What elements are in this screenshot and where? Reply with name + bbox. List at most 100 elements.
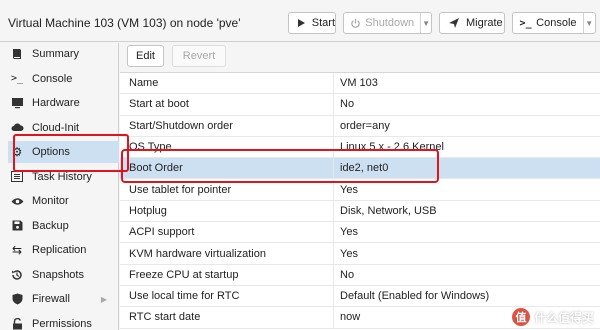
- option-key: Use tablet for pointer: [129, 183, 232, 196]
- retweet-icon: ⇆: [11, 243, 23, 257]
- option-key: Start/Shutdown order: [129, 119, 233, 132]
- option-value: Yes: [340, 247, 358, 260]
- option-value: No: [340, 268, 355, 281]
- shutdown-button[interactable]: Shutdown ▼: [343, 12, 432, 34]
- history-icon: [8, 269, 26, 281]
- option-value: order=any: [340, 119, 390, 132]
- option-key: Use local time for RTC: [129, 290, 240, 303]
- revert-button[interactable]: Revert: [172, 45, 226, 67]
- table-row[interactable]: Start at boot No: [120, 94, 600, 116]
- sidebar-item-label: Task History: [32, 170, 92, 183]
- option-key: Freeze CPU at startup: [129, 268, 239, 281]
- column-divider: [333, 222, 334, 243]
- table-row[interactable]: Use local time for RTC Default (Enabled …: [120, 286, 600, 308]
- option-value: Disk, Network, USB: [340, 204, 437, 217]
- table-row[interactable]: Freeze CPU at startup No: [120, 264, 600, 286]
- shutdown-button-label: Shutdown: [365, 17, 415, 29]
- list-icon: [8, 171, 26, 182]
- sidebar-item-label: Hardware: [32, 97, 80, 109]
- sidebar-item-summary[interactable]: Summary: [8, 43, 119, 65]
- option-value: Yes: [340, 183, 358, 196]
- column-divider: [333, 158, 334, 179]
- sidebar-item-cloud-init[interactable]: Cloud-Init: [8, 117, 119, 139]
- option-value: Linux 5.x - 2.6 Kernel: [340, 141, 444, 154]
- option-key: KVM hardware virtualization: [129, 247, 266, 260]
- sidebar-item-label: Replication: [32, 244, 87, 256]
- option-value: ide2, net0: [340, 162, 389, 175]
- console-button-label: Console: [536, 17, 577, 29]
- start-button-label: Start: [311, 17, 335, 29]
- edit-button[interactable]: Edit: [127, 45, 164, 67]
- watermark: 值 什么值得买: [511, 308, 594, 326]
- sidebar-item-replication[interactable]: ⇆ Replication: [8, 239, 119, 261]
- chevron-down-icon[interactable]: ▼: [420, 13, 431, 33]
- sidebar-item-label: Options: [32, 146, 70, 158]
- option-key: ACPI support: [129, 226, 195, 239]
- column-divider: [333, 136, 334, 158]
- table-row[interactable]: ACPI support Yes: [120, 222, 600, 244]
- column-divider: [333, 264, 334, 285]
- option-value: Default (Enabled for Windows): [340, 290, 490, 303]
- sidebar-item-monitor[interactable]: Monitor: [8, 190, 119, 212]
- sidebar: Summary >_ Console Hardware Cloud-Init ⚙…: [0, 43, 119, 330]
- table-row[interactable]: OS Type Linux 5.x - 2.6 Kernel: [120, 136, 600, 159]
- options-toolbar: Edit Revert: [120, 43, 600, 69]
- table-row[interactable]: KVM hardware virtualization Yes: [120, 243, 600, 265]
- watermark-badge: 值: [511, 308, 530, 326]
- watermark-text: 什么值得买: [533, 310, 594, 325]
- vm-title: Virtual Machine 103 (VM 103) on node 'pv…: [8, 16, 241, 30]
- table-row[interactable]: Start/Shutdown order order=any: [120, 115, 600, 137]
- sidebar-item-firewall[interactable]: Firewall ▶: [8, 288, 119, 310]
- sidebar-item-console[interactable]: >_ Console: [8, 68, 119, 90]
- terminal-icon: >_: [10, 73, 24, 84]
- sidebar-item-label: Cloud-Init: [32, 121, 80, 134]
- sidebar-item-label: Permissions: [32, 317, 92, 330]
- options-grid: Name VM 103 Start at boot No Start/Shutd…: [120, 72, 600, 330]
- table-row[interactable]: Use tablet for pointer Yes: [120, 179, 600, 201]
- option-key: Hotplug: [129, 204, 167, 217]
- console-button[interactable]: >_ Console ▼: [512, 12, 596, 34]
- book-icon: [8, 48, 26, 60]
- option-key: RTC start date: [129, 311, 201, 324]
- sidebar-item-backup[interactable]: Backup: [8, 215, 119, 237]
- option-value: VM 103: [340, 77, 378, 90]
- sidebar-item-label: Firewall: [32, 293, 70, 305]
- chevron-down-icon[interactable]: ▼: [582, 13, 596, 33]
- option-key: Start at boot: [129, 98, 189, 111]
- table-row[interactable]: Boot Order ide2, net0: [120, 158, 600, 180]
- migrate-button-label: Migrate: [466, 17, 503, 29]
- sidebar-item-snapshots[interactable]: Snapshots: [8, 264, 119, 286]
- table-row[interactable]: Name VM 103: [120, 73, 600, 95]
- power-icon: [350, 18, 361, 29]
- column-divider: [333, 286, 334, 307]
- unlock-icon: [8, 317, 26, 330]
- sidebar-item-options[interactable]: ⚙ Options: [8, 141, 119, 163]
- shield-icon: [8, 293, 26, 305]
- page-header: Virtual Machine 103 (VM 103) on node 'pv…: [0, 0, 600, 42]
- gear-icon: ⚙: [11, 145, 23, 159]
- option-key: OS Type: [129, 141, 172, 154]
- sidebar-item-label: Console: [32, 72, 73, 85]
- sidebar-item-task-history[interactable]: Task History: [8, 166, 119, 188]
- column-divider: [333, 179, 334, 200]
- cloud-icon: [8, 122, 26, 133]
- monitor-icon: [8, 97, 26, 109]
- sidebar-item-hardware[interactable]: Hardware: [8, 92, 119, 114]
- table-row[interactable]: Hotplug Disk, Network, USB: [120, 200, 600, 223]
- option-value: No: [340, 98, 355, 111]
- migrate-button[interactable]: Migrate: [439, 12, 505, 34]
- terminal-icon: >_: [519, 17, 532, 29]
- column-divider: [333, 94, 334, 115]
- column-divider: [333, 115, 334, 136]
- eye-icon: [8, 197, 26, 206]
- sidebar-item-label: Monitor: [32, 195, 69, 207]
- option-value: Yes: [340, 226, 358, 239]
- sidebar-item-permissions[interactable]: Permissions: [8, 313, 119, 330]
- column-divider: [333, 243, 334, 264]
- chevron-right-icon[interactable]: ▶: [101, 295, 107, 304]
- send-icon: [446, 17, 462, 29]
- start-button[interactable]: Start: [288, 12, 336, 34]
- floppy-icon: [8, 220, 26, 231]
- column-divider: [333, 73, 334, 94]
- sidebar-item-label: Backup: [32, 219, 69, 232]
